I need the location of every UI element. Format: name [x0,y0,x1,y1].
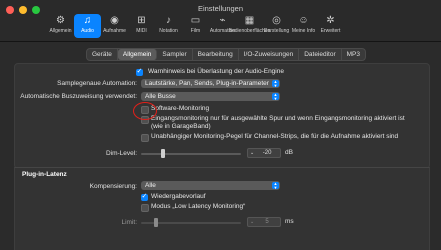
toolbar-item-label: Notation [159,28,178,34]
low-latency-checkbox[interactable] [141,204,149,212]
overload-warning-label: Warnhinweis bei Überlastung der Audio-En… [148,68,284,75]
record-icon: ◉ [110,15,119,26]
toolbar-item-bedienoberfl-chen[interactable]: ▦ Bedienoberflächen [229,14,271,38]
toolbar-item-label: Erweitert [320,28,341,34]
control-surface-icon: ▦ [244,15,255,26]
preferences-toolbar: ⚙ Allgemein ♫ Audio ◉ Aufnahme ⊞ MIDI ♪ Notation ▭… [47,14,344,38]
chevron-down-icon[interactable]: ⌄ [248,218,254,226]
sample-automation-label: Samplegenaue Automation: [57,80,137,87]
dim-level-unit: dB [285,149,293,156]
titlebar: Einstellungen ⚙ Allgemein ♫ Audio ◉ Aufnahme ⊞… [0,0,441,42]
audio-subtabs: Geräte Allgemein Sampler Bearbeitung I/O-Zuw… [86,48,367,61]
toolbar-item-midi[interactable]: ⊞ MIDI [128,14,155,38]
compensation-select[interactable]: Alle ▲ ▼ [141,181,280,190]
chevron-down-icon[interactable]: ⌄ [248,149,254,157]
toolbar-item-label: Audio [81,28,94,34]
advanced-gear-icon: ✲ [326,15,335,26]
tab-bearbeitung[interactable]: Bearbeitung [193,49,239,60]
toolbar-item-film[interactable]: ▭ Film [182,14,209,38]
independent-level-checkbox[interactable] [141,134,149,142]
plugin-latency-heading: Plug-in-Latenz [22,171,67,178]
chevron-updown-icon: ▲ ▼ [272,79,279,88]
playback-preroll-checkbox[interactable] [141,192,148,201]
film-icon: ▭ [190,15,201,26]
bus-routing-value: Alle Busse [145,93,176,100]
window-title: Einstellungen [197,4,244,13]
toolbar-item-label: MIDI [136,28,147,34]
compensation-label: Kompensierung: [89,183,137,190]
automation-icon: ⌁ [219,15,226,26]
tab-ger-te[interactable]: Geräte [87,49,118,60]
annotation-highlight-circle [133,102,157,120]
tab-i-o-zuweisungen[interactable]: I/O-Zuweisungen [239,49,300,60]
audio-waveform-icon: ♫ [83,15,92,26]
limit-unit: ms [285,218,294,225]
toolbar-item-meine-info[interactable]: ☺ Meine Info [290,14,317,38]
playback-preroll-label: Wiedergabevorlauf [151,193,206,200]
tab-mp3[interactable]: MP3 [342,49,365,60]
toolbar-item-label: Allgemein [49,28,72,34]
compensation-value: Alle [145,182,156,189]
toolbar-item-automation[interactable]: ⌁ Automation [209,14,236,38]
toolbar-item-allgemein[interactable]: ⚙ Allgemein [47,14,74,38]
chevron-updown-icon: ▲ ▼ [272,181,279,190]
limit-value: 5 [265,219,269,225]
dim-level-label: Dim-Level: [105,150,137,157]
toolbar-item-darstellung[interactable]: ◎ Darstellung [263,14,290,38]
general-settings-panel: Warnhinweis bei Überlastung der Audio-En… [14,63,430,169]
tab-dateieditor[interactable]: Dateieditor [299,49,342,60]
dim-level-slider-knob[interactable] [161,149,165,158]
low-latency-label: Modus „Low Latency Monitoring“ [151,203,246,210]
toolbar-item-audio[interactable]: ♫ Audio [74,14,101,38]
toolbar-item-label: Film [190,28,201,34]
independent-level-label: Unabhängiger Monitoring-Pegel für Channe… [151,133,399,140]
toolbar-item-aufnahme[interactable]: ◉ Aufnahme [101,14,128,38]
dim-level-value: -20 [262,150,272,156]
bus-routing-label: Automatische Buszuweisung verwendet: [20,93,137,100]
toolbar-item-label: Aufnahme [103,28,126,34]
gear-icon: ⚙ [56,15,65,26]
plugin-latency-panel: Plug-in-Latenz Kompensierung: Alle ▲▼ Wi… [14,167,430,250]
dim-level-slider[interactable] [141,153,241,155]
sample-automation-value: Lautstärke, Pan, Sends, Plug-in-Paramete… [145,80,269,87]
limit-slider-knob[interactable] [154,218,158,227]
eye-icon: ◎ [272,15,281,26]
tab-sampler[interactable]: Sampler [157,49,193,60]
chevron-updown-icon: ▲ ▼ [272,92,279,101]
tab-allgemein[interactable]: Allgemein [117,49,158,60]
sample-automation-select[interactable]: Lautstärke, Pan, Sends, Plug-in-Paramete… [141,79,280,88]
overload-warning-checkbox[interactable] [136,67,143,76]
bus-routing-select[interactable]: Alle Busse ▲ ▼ [141,92,280,101]
person-icon: ☺ [298,15,309,26]
input-monitoring-label-2: (wie in GarageBand) [151,123,211,130]
toolbar-item-label: Meine Info [291,28,316,34]
software-monitoring-label: Software-Monitoring [151,105,210,112]
toolbar-item-label: Darstellung [263,28,290,34]
limit-field[interactable]: ⌄ 5 [247,217,281,227]
limit-label: Limit: [121,219,137,226]
input-monitoring-label: Eingangsmonitoring nur für ausgewählte S… [151,115,405,122]
toolbar-item-erweitert[interactable]: ✲ Erweitert [317,14,344,38]
preferences-window: Einstellungen ⚙ Allgemein ♫ Audio ◉ Aufnahme ⊞… [0,0,441,250]
dim-level-field[interactable]: ⌄ -20 [247,148,281,158]
toolbar-item-notation[interactable]: ♪ Notation [155,14,182,38]
notation-icon: ♪ [166,15,171,26]
midi-icon: ⊞ [137,15,146,26]
